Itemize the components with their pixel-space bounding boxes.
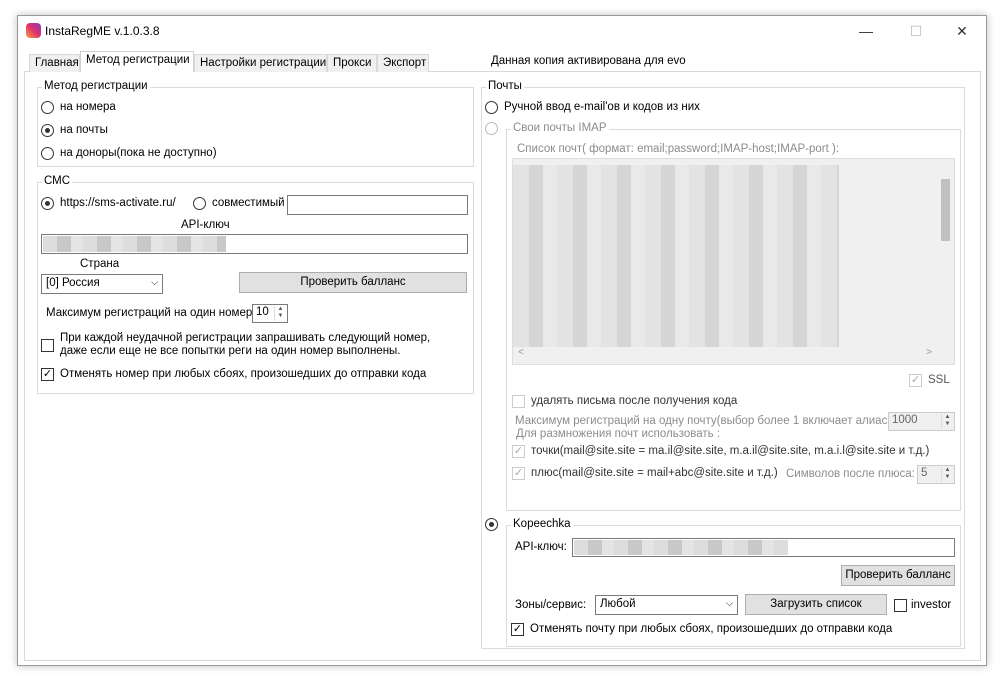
stepper-value: 10 [256, 306, 269, 318]
tab-proxy[interactable]: Прокси [327, 54, 377, 72]
radio-manual-input[interactable] [485, 101, 498, 114]
max-per-number-label: Максимум регистраций на один номер [46, 307, 253, 319]
cancel-number-checkbox[interactable]: ✓ [41, 368, 54, 381]
plus-chars-label: Символов после плюса: [786, 468, 915, 480]
plus-chars-stepper[interactable]: 5 ▲ ▼ [917, 465, 955, 484]
cancel-number-label: Отменять номер при любых сбоях, произоше… [60, 368, 427, 380]
radio-label: на доноры(пока не доступно) [60, 147, 217, 159]
chevron-down-icon: ⌵ [726, 598, 733, 608]
radio-method-donor[interactable] [41, 147, 54, 160]
dots-label: точки(mail@site.site = ma.il@site.site, … [531, 445, 930, 457]
zone-value: Любой [600, 598, 636, 610]
radio-label: совместимый [212, 197, 285, 209]
window-title: InstaRegME v.1.0.3.8 [45, 24, 160, 38]
imap-group-label: Свои почты IMAP [511, 122, 609, 134]
radio-label: https://sms-activate.ru/ [60, 197, 176, 209]
zone-select[interactable]: Любой ⌵ [595, 595, 738, 615]
activation-label: Данная копия активирована для evo [491, 55, 686, 67]
sms-group-label: СМС [42, 175, 73, 187]
kopeechka-check-balance-button[interactable]: Проверить балланс [841, 565, 955, 586]
cancel-mail-checkbox[interactable]: ✓ [511, 623, 524, 636]
plus-label: плюс(mail@site.site = mail+abc@site.site… [531, 467, 778, 479]
horizontal-scrollbar[interactable]: < > [513, 347, 954, 364]
multiply-label: Для размножения почт использовать : [516, 428, 721, 440]
stepper-arrows-icon[interactable]: ▲ ▼ [274, 306, 286, 321]
load-list-button[interactable]: Загрузить список [745, 594, 887, 615]
mail-list-label: Список почт( формат: email;password;IMAP… [517, 143, 840, 155]
radio-kopeechka[interactable] [485, 518, 498, 531]
radio-label: на почты [60, 124, 108, 136]
max-per-number-stepper[interactable]: 10 ▲ ▼ [252, 304, 288, 323]
api-key-label: API-ключ [181, 219, 230, 231]
kopeechka-api-label: API-ключ: [515, 541, 567, 553]
chevron-down-icon: ⌵ [151, 277, 158, 287]
sms-check-balance-button[interactable]: Проверить балланс [239, 272, 467, 293]
ssl-checkbox[interactable]: ✓ [909, 374, 922, 387]
dots-checkbox[interactable]: ✓ [512, 445, 525, 458]
maximize-button[interactable]: ☐ [893, 20, 939, 42]
zones-label: Зоны/сервис: [515, 599, 587, 611]
mails-group-label: Почты [486, 80, 524, 92]
delete-letters-checkbox[interactable] [512, 395, 525, 408]
method-group-label: Метод регистрации [42, 80, 150, 92]
country-select[interactable]: [0] Россия ⌵ [41, 274, 163, 294]
tab-main[interactable]: Главная [29, 54, 80, 72]
close-button[interactable]: ✕ [939, 20, 985, 42]
retry-label-line1: При каждой неудачной регистрации запраши… [60, 332, 431, 344]
compatible-url-input[interactable] [287, 195, 468, 215]
app-logo-icon [26, 23, 41, 38]
radio-label: Ручной ввод e-mail'ов и кодов из них [504, 101, 700, 113]
ssl-label: SSL [928, 374, 950, 386]
kopeechka-api-key-input[interactable] [572, 538, 955, 557]
retry-next-number-checkbox[interactable] [41, 339, 54, 352]
radio-method-mail[interactable] [41, 124, 54, 137]
tab-export[interactable]: Экспорт [377, 54, 429, 72]
vertical-scrollbar[interactable] [937, 159, 954, 347]
tab-registration-method[interactable]: Метод регистрации [80, 51, 194, 72]
radio-label: на номера [60, 101, 116, 113]
kopeechka-group-label: Kopeechka [511, 518, 573, 530]
stepper-value: 5 [921, 467, 928, 479]
investor-label: investor [911, 599, 952, 611]
sms-api-key-input[interactable] [41, 234, 468, 254]
stepper-value: 1000 [892, 414, 918, 426]
stepper-arrows-icon[interactable]: ▲ ▼ [941, 414, 953, 429]
cancel-mail-label: Отменять почту при любых сбоях, произоше… [530, 623, 893, 635]
tab-registration-settings[interactable]: Настройки регистрации [194, 54, 327, 72]
country-label: Страна [80, 258, 120, 270]
radio-imap[interactable] [485, 122, 498, 135]
minimize-button[interactable]: — [843, 20, 889, 42]
max-per-mail-label: Максимум регистраций на одну почту(выбор… [515, 415, 903, 427]
radio-sms-activate[interactable] [41, 197, 54, 210]
investor-checkbox[interactable] [894, 599, 907, 612]
radio-compatible[interactable] [193, 197, 206, 210]
plus-checkbox[interactable]: ✓ [512, 467, 525, 480]
delete-letters-label: удалять письма после получения кода [531, 395, 738, 407]
max-per-mail-stepper[interactable]: 1000 ▲ ▼ [888, 412, 955, 431]
retry-label-line2: даже если еще не все попытки реги на оди… [60, 345, 401, 357]
mail-list-textarea[interactable]: < > [512, 158, 955, 365]
radio-method-phone[interactable] [41, 101, 54, 114]
stepper-arrows-icon[interactable]: ▲ ▼ [941, 467, 953, 482]
country-value: [0] Россия [46, 277, 100, 289]
